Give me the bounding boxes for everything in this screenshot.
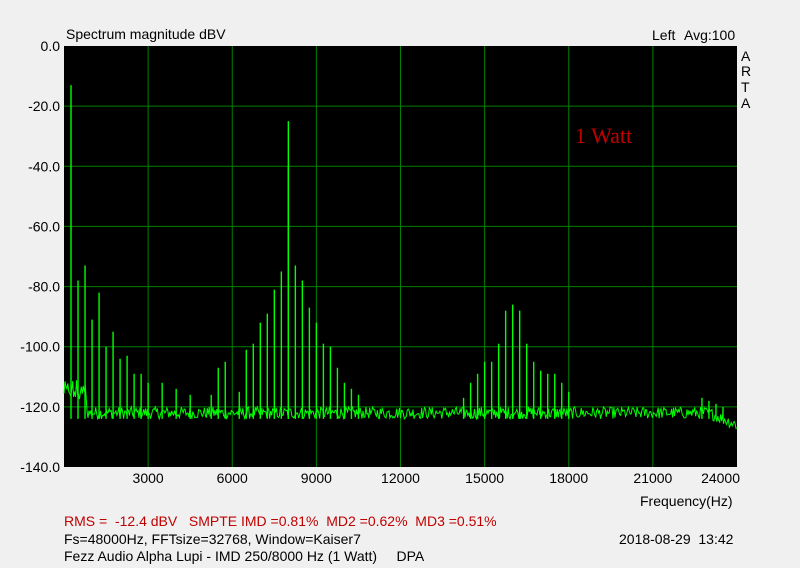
x-tick-labels: 3000 6000 9000 12000 15000 18000 21000 24000 <box>133 470 741 486</box>
y-tick-label: -100.0 <box>20 339 60 355</box>
measurement-stats: RMS = -12.4 dBV SMPTE IMD =0.81% MD2 =0.… <box>64 513 497 529</box>
x-tick-label: 24000 <box>701 470 740 486</box>
x-tick-label: 18000 <box>549 470 588 486</box>
x-tick-label: 3000 <box>133 470 164 486</box>
x-axis-label: Frequency(Hz) <box>640 493 733 509</box>
spectrum-chart: 0.0 -20.0 -40.0 -60.0 -80.0 -100.0 -120.0 -140.… <box>20 38 741 486</box>
brand-letter: R <box>741 63 752 79</box>
brand-letter: A <box>741 95 751 111</box>
y-tick-label: 0.0 <box>41 38 61 54</box>
y-tick-label: -120.0 <box>20 399 60 415</box>
y-tick-label: -80.0 <box>28 279 60 295</box>
power-annotation: 1 Watt <box>575 123 633 148</box>
x-tick-label: 21000 <box>633 470 672 486</box>
x-tick-label: 12000 <box>381 470 420 486</box>
y-tick-label: -140.0 <box>20 459 60 475</box>
average-label: Avg:100 <box>684 27 736 43</box>
y-tick-label: -60.0 <box>28 218 60 234</box>
y-tick-label: -40.0 <box>28 158 60 174</box>
x-tick-label: 9000 <box>301 470 332 486</box>
measurement-description: Fezz Audio Alpha Lupi - IMD 250/8000 Hz … <box>64 548 425 564</box>
channel-label: Left <box>652 27 676 43</box>
chart-title: Spectrum magnitude dBV <box>66 26 226 42</box>
brand-letter: T <box>741 79 750 95</box>
y-tick-labels: 0.0 -20.0 -40.0 -60.0 -80.0 -100.0 -120.0 -140.… <box>20 38 60 475</box>
analysis-params: Fs=48000Hz, FFTsize=32768, Window=Kaiser… <box>64 531 361 547</box>
brand-letter: A <box>741 48 751 64</box>
x-tick-label: 15000 <box>465 470 504 486</box>
y-tick-label: -20.0 <box>28 98 60 114</box>
x-tick-label: 6000 <box>217 470 248 486</box>
timestamp: 2018-08-29 13:42 <box>619 531 734 547</box>
